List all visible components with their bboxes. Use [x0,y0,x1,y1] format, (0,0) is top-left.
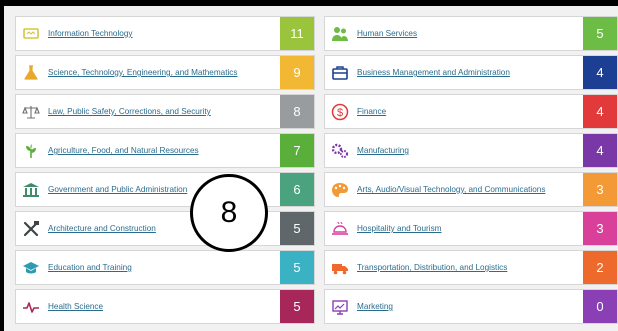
count-badge: 4 [583,134,617,167]
count-badge: 0 [583,290,617,323]
cluster-card-manufacturing[interactable]: Manufacturing 4 [324,133,618,168]
cluster-card-human-services[interactable]: Human Services 5 [324,16,618,51]
cluster-link[interactable]: Law, Public Safety, Corrections, and Sec… [48,107,314,116]
cluster-link[interactable]: Education and Training [48,263,314,272]
cluster-card-hospitality-and-tourism[interactable]: Hospitality and Tourism 3 [324,211,618,246]
cluster-card-health-science[interactable]: Health Science 5 [15,289,315,324]
flask-icon [22,64,40,82]
cluster-link[interactable]: Marketing [357,302,617,311]
building-icon [22,181,40,199]
briefcase-icon [331,64,349,82]
cluster-card-arts-audio-visual-technology-and-communications[interactable]: Arts, Audio/Visual Technology, and Commu… [324,172,618,207]
cluster-link[interactable]: Information Technology [48,29,314,38]
cluster-card-transportation-distribution-and-logistics[interactable]: Transportation, Distribution, and Logist… [324,250,618,285]
count-badge: 7 [280,134,314,167]
cluster-link[interactable]: Hospitality and Tourism [357,224,617,233]
tools-icon [22,220,40,238]
count-badge: 4 [583,56,617,89]
cluster-card-architecture-and-construction[interactable]: Architecture and Construction 5 [15,211,315,246]
truck-icon [331,259,349,277]
cluster-card-science-technology-engineering-and-mathematics[interactable]: Science, Technology, Engineering, and Ma… [15,55,315,90]
count-badge: 5 [583,17,617,50]
count-badge: 9 [280,56,314,89]
cluster-card-finance[interactable]: $ Finance 4 [324,94,618,129]
cluster-link[interactable]: Business Management and Administration [357,68,617,77]
cluster-link[interactable]: Government and Public Administration [48,185,314,194]
count-badge: 5 [280,290,314,323]
count-badge: 6 [280,173,314,206]
cluster-link[interactable]: Transportation, Distribution, and Logist… [357,263,617,272]
chart-monitor-icon [331,298,349,316]
cluster-card-government-and-public-administration[interactable]: Government and Public Administration 6 [15,172,315,207]
cluster-card-business-management-and-administration[interactable]: Business Management and Administration 4 [324,55,618,90]
cluster-card-agriculture-food-and-natural-resources[interactable]: Agriculture, Food, and Natural Resources… [15,133,315,168]
scales-icon [22,103,40,121]
cluster-link[interactable]: Agriculture, Food, and Natural Resources [48,146,314,155]
svg-text:$: $ [337,107,343,119]
cluster-link[interactable]: Finance [357,107,617,116]
cluster-link[interactable]: Human Services [357,29,617,38]
cluster-card-marketing[interactable]: Marketing 0 [324,289,618,324]
count-badge: 2 [583,251,617,284]
count-badge: 4 [583,95,617,128]
count-badge: 11 [280,17,314,50]
cluster-card-education-and-training[interactable]: Education and Training 5 [15,250,315,285]
cluster-link[interactable]: Architecture and Construction [48,224,314,233]
career-clusters-panel: Information Technology 11 Science, Technol… [4,6,618,331]
count-badge: 5 [280,212,314,245]
graduation-cap-icon [22,259,40,277]
count-badge: 5 [280,251,314,284]
count-badge: 3 [583,212,617,245]
left-column: Information Technology 11 Science, Technol… [15,16,315,328]
heartbeat-icon [22,298,40,316]
count-badge: 3 [583,173,617,206]
cluster-card-law-public-safety-corrections-and-security[interactable]: Law, Public Safety, Corrections, and Sec… [15,94,315,129]
laptop-icon [22,25,40,43]
cluster-link[interactable]: Health Science [48,302,314,311]
right-column: Human Services 5 Business Management and A… [324,16,618,328]
palette-icon [331,181,349,199]
dollar-icon: $ [331,103,349,121]
cluster-link[interactable]: Arts, Audio/Visual Technology, and Commu… [357,185,617,194]
plant-icon [22,142,40,160]
gears-icon [331,142,349,160]
cluster-link[interactable]: Manufacturing [357,146,617,155]
food-tray-icon [331,220,349,238]
annotation-number: 8 [220,196,238,229]
count-badge: 8 [280,95,314,128]
cluster-card-information-technology[interactable]: Information Technology 11 [15,16,315,51]
annotation-circle-marker: 8 [190,174,268,252]
people-icon [331,25,349,43]
cluster-link[interactable]: Science, Technology, Engineering, and Ma… [48,68,314,77]
